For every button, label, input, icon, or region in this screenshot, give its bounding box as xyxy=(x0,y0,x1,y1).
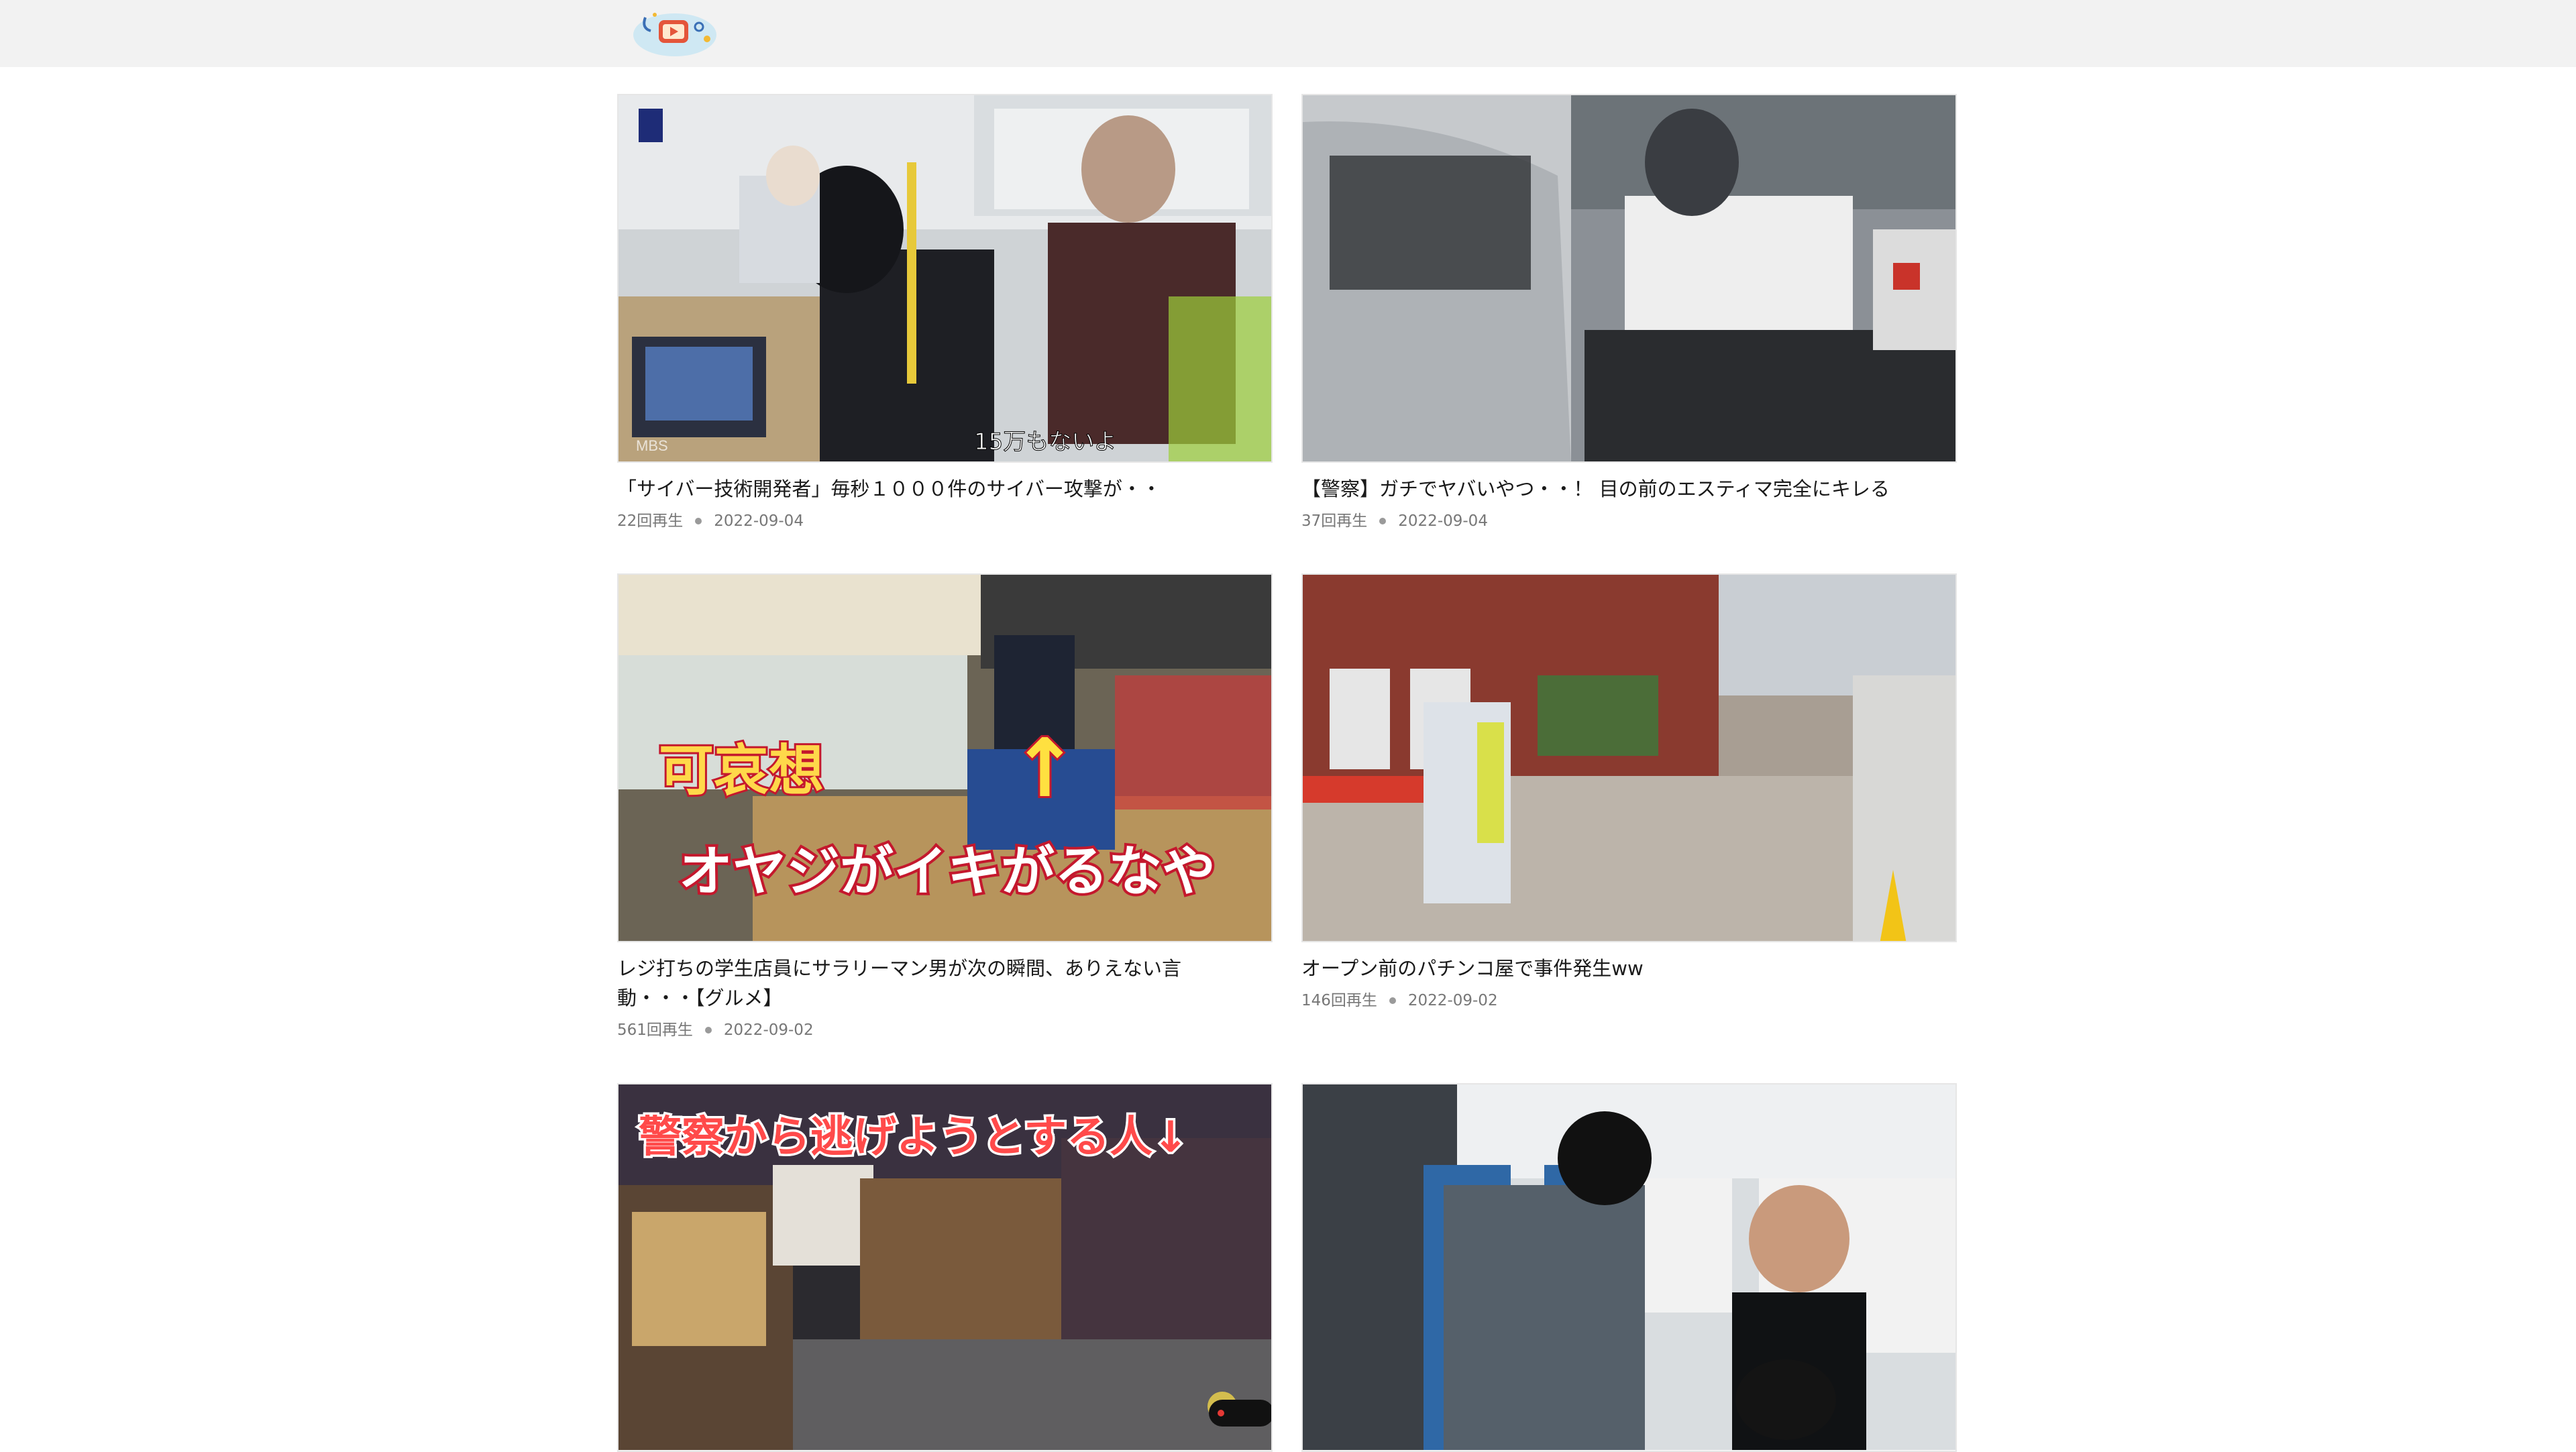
separator-dot-icon xyxy=(1389,997,1396,1004)
separator-dot-icon xyxy=(1379,518,1387,524)
video-thumbnail[interactable]: 警察から逃げようとする人↓ xyxy=(617,1083,1273,1452)
upload-date: 2022-09-02 xyxy=(723,1021,814,1039)
video-meta: 561回再生 2022-09-02 xyxy=(617,1020,814,1040)
upload-date: 2022-09-04 xyxy=(1398,512,1488,530)
view-count: 37回再生 xyxy=(1301,512,1368,530)
thumbnail-caption: 15万もないよ xyxy=(974,429,1117,455)
thumbnail-caption: 警察から逃げようとする人↓ xyxy=(639,1113,1189,1162)
view-count: 146回再生 xyxy=(1301,992,1377,1009)
video-thumbnail[interactable] xyxy=(1301,1083,1957,1452)
tv-play-logo-icon[interactable] xyxy=(632,4,719,58)
separator-dot-icon xyxy=(695,518,702,524)
video-meta: 146回再生 2022-09-02 xyxy=(1301,991,1498,1011)
video-meta: 22回再生 2022-09-04 xyxy=(617,511,804,531)
video-thumbnail[interactable] xyxy=(1301,573,1957,942)
up-arrow-icon: ↑ xyxy=(1011,722,1079,816)
video-thumbnail[interactable] xyxy=(1301,94,1957,463)
view-count: 561回再生 xyxy=(617,1021,693,1039)
video-title[interactable]: オープン前のパチンコ屋で事件発生ww xyxy=(1301,954,1905,983)
view-count: 22回再生 xyxy=(617,512,684,530)
corner-logo: MBS xyxy=(636,437,668,454)
video-title[interactable]: 「サイバー技術開発者」毎秒１０００件のサイバー攻撃が・・ xyxy=(617,474,1221,504)
video-title[interactable]: 【警察】ガチでヤバいやつ・・！ 目の前のエスティマ完全にキレる xyxy=(1301,474,1905,504)
separator-dot-icon xyxy=(704,1027,712,1034)
video-thumbnail[interactable]: 可哀想 オヤジがイキがるなや ↑ xyxy=(617,573,1273,942)
thumbnail-caption: オヤジがイキがるなや xyxy=(679,840,1216,903)
thumbnail-caption: 可哀想 xyxy=(659,739,824,803)
video-thumbnail[interactable]: MBS 15万もないよ xyxy=(617,94,1273,463)
video-meta: 37回再生 2022-09-04 xyxy=(1301,511,1488,531)
upload-date: 2022-09-04 xyxy=(714,512,804,530)
upload-date: 2022-09-02 xyxy=(1407,992,1498,1009)
video-title[interactable]: レジ打ちの学生店員にサラリーマン男が次の瞬間、ありえない言動・・・【グルメ】 xyxy=(617,954,1221,1013)
site-header xyxy=(0,0,2576,67)
